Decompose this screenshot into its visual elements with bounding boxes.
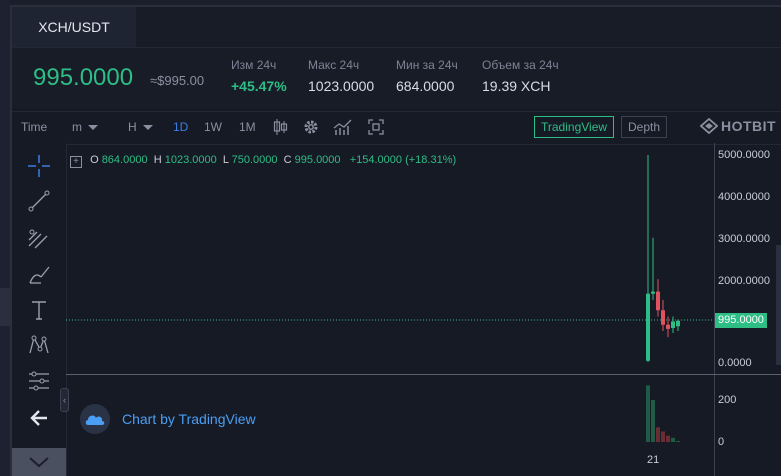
ohlc-l-label: L <box>222 154 229 166</box>
ohlc-legend: + O 864.0000 H 1023.0000 L 750.0000 C 99… <box>70 154 456 168</box>
stat-high: Макс 24ч 1023.0000 <box>308 58 374 94</box>
brush-icon <box>29 266 50 284</box>
pitchfork-icon <box>28 229 48 249</box>
sliders-icon <box>29 371 49 391</box>
ohlc-change: +154.0000 (+18.31%) <box>349 154 457 166</box>
minutes-dropdown[interactable]: m <box>72 120 98 134</box>
candle-body <box>661 310 665 325</box>
hotbit-logo-text: HOTBIT <box>721 118 777 134</box>
time-button[interactable]: Time <box>21 120 47 134</box>
stat-change: Изм 24ч +45.47% <box>231 58 287 94</box>
candles-layer <box>646 155 680 442</box>
tab-pair[interactable]: XCH/USDT <box>12 7 136 47</box>
volume-bar <box>646 385 650 442</box>
tradingview-badge[interactable]: Chart by TradingView <box>80 404 256 434</box>
stat-change-value: +45.47% <box>231 78 287 94</box>
trend-line-icon <box>28 190 50 212</box>
candle-body <box>651 291 655 294</box>
stat-volume: Объем за 24ч 19.39 XCH <box>482 58 559 94</box>
interval-1m[interactable]: 1M <box>239 120 256 134</box>
cloud-icon <box>85 415 105 425</box>
stats-bar: 995.0000 ≈$995.00 Изм 24ч +45.47% Макс 2… <box>12 48 781 108</box>
ohlc-high: 1023.0000 <box>164 154 217 166</box>
drawing-toolbar <box>12 143 67 476</box>
chevron-down-icon <box>142 125 153 131</box>
brush-tool[interactable] <box>24 262 54 288</box>
stat-high-value: 1023.0000 <box>308 78 375 94</box>
crosshair-tool[interactable] <box>24 153 54 179</box>
gear-icon[interactable] <box>302 118 320 136</box>
screenshot-icon[interactable] <box>368 119 384 135</box>
pane-separator[interactable] <box>66 374 781 375</box>
pattern-icon <box>29 335 49 354</box>
indicators-icon[interactable] <box>333 118 353 136</box>
more-tools-button[interactable] <box>12 448 66 476</box>
left-edge <box>0 0 10 476</box>
y-tick: 5000.0000 <box>718 149 770 161</box>
scrollbar[interactable] <box>776 245 781 365</box>
pattern-tool[interactable] <box>24 332 54 358</box>
ohlc-h-label: H <box>153 154 162 166</box>
chevron-down-icon <box>29 457 49 468</box>
stat-low-label: Мин за 24ч <box>396 58 458 72</box>
candle-body <box>646 293 650 361</box>
x-tick: 21 <box>647 454 660 466</box>
volume-bar <box>676 440 680 442</box>
volume-tick: 0 <box>718 436 725 448</box>
back-tool[interactable] <box>24 405 54 431</box>
ohlc-close: 995.0000 <box>294 154 341 166</box>
trend-line-tool[interactable] <box>24 188 54 214</box>
candle-body <box>676 320 680 327</box>
text-tool[interactable] <box>24 297 54 323</box>
arrow-left-icon <box>30 410 47 426</box>
edge-marker <box>0 288 10 326</box>
plus-icon[interactable]: + <box>70 156 82 168</box>
current-price-tag: 995.0000 <box>715 313 767 328</box>
tradingview-badge-text: Chart by TradingView <box>122 411 256 427</box>
interval-1w[interactable]: 1W <box>204 120 222 134</box>
volume-bar <box>661 431 665 442</box>
stat-change-label: Изм 24ч <box>231 58 277 72</box>
last-price: 995.0000 <box>33 64 134 91</box>
stat-low-value: 684.0000 <box>396 78 455 94</box>
volume-bar <box>666 435 670 442</box>
minutes-label: m <box>72 120 82 134</box>
hotbit-logo-icon <box>700 118 718 134</box>
stat-volume-label: Объем за 24ч <box>482 58 559 72</box>
tradingview-logo <box>80 404 110 434</box>
volume-bar <box>656 427 660 442</box>
ohlc-o-label: O <box>90 154 99 166</box>
stat-volume-value: 19.39 XCH <box>482 78 551 94</box>
y-tick: 4000.0000 <box>718 191 770 203</box>
hotbit-logo: HOTBIT <box>700 118 776 134</box>
measure-tool[interactable] <box>24 368 54 394</box>
stat-high-label: Макс 24ч <box>308 58 360 72</box>
candle-body <box>656 291 660 311</box>
fib-tool[interactable] <box>24 225 54 251</box>
candle-body <box>671 321 675 329</box>
volume-bar <box>651 400 655 442</box>
interval-1d[interactable]: 1D <box>173 120 188 134</box>
ohlc-low: 750.0000 <box>231 154 278 166</box>
ohlc-c-label: C <box>283 154 292 166</box>
usd-equivalent: ≈$995.00 <box>150 73 205 88</box>
crosshair-icon <box>28 155 50 177</box>
tab-bar: XCH/USDT <box>12 7 781 48</box>
candle-style-icon[interactable] <box>272 118 288 136</box>
volume-tick: 200 <box>718 394 737 406</box>
volume-bar <box>671 437 675 442</box>
y-tick: 0.0000 <box>718 357 752 369</box>
ohlc-open: 864.0000 <box>101 154 148 166</box>
hours-label: H <box>128 120 137 134</box>
hours-dropdown[interactable]: H <box>128 120 153 134</box>
chevron-down-icon <box>88 125 98 131</box>
y-tick: 3000.0000 <box>718 233 770 245</box>
chart-toolbar: Time m H 1D 1W 1M TradingView Depth HOTB… <box>12 111 781 145</box>
depth-tab[interactable]: Depth <box>621 116 668 138</box>
candle-body <box>666 324 670 329</box>
y-tick: 2000.0000 <box>718 275 770 287</box>
stat-low: Мин за 24ч 684.0000 <box>396 58 458 94</box>
tradingview-tab[interactable]: TradingView <box>534 116 615 138</box>
text-icon <box>32 301 46 320</box>
